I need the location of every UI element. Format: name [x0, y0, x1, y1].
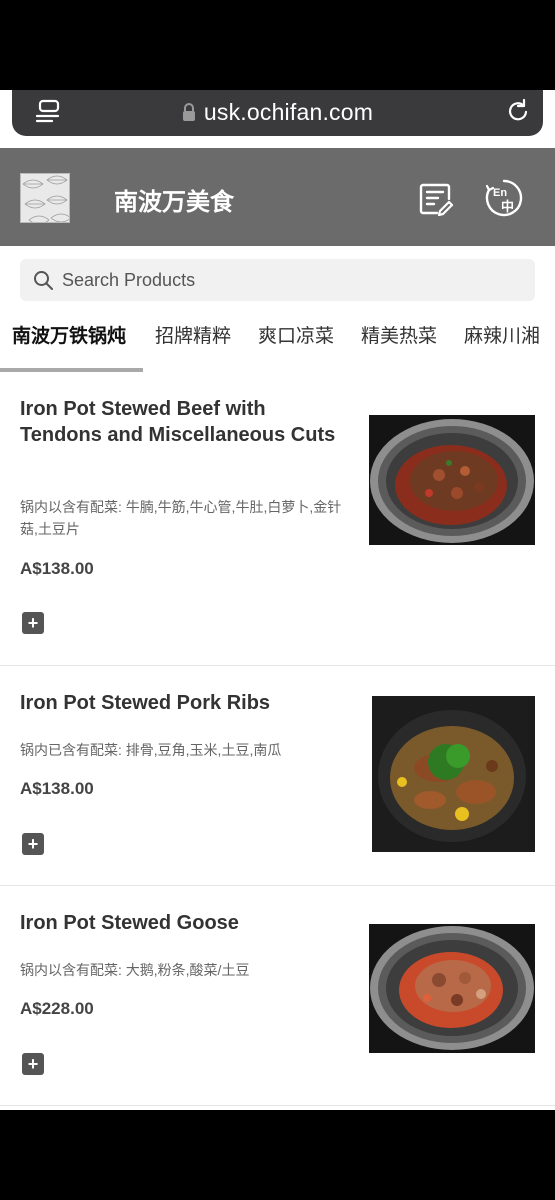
product-item[interactable]: Iron Pot Stewed Goose 锅内以含有配菜: 大鹅,粉条,酸菜/… — [0, 886, 555, 1106]
svg-text:En: En — [493, 187, 507, 199]
address-bar[interactable]: usk.ochifan.com — [12, 90, 543, 136]
product-description: 锅内以含有配菜: 牛腩,牛筋,牛心管,牛肚,白萝卜,金针菇,土豆片 — [20, 499, 342, 537]
goose-stew-image — [369, 924, 535, 1053]
menu-content[interactable]: 南波万铁锅炖 招牌精粹 爽口凉菜 精美热菜 麻辣川湘 Iron Pot Stew… — [0, 246, 555, 1110]
product-price: A$138.00 — [20, 779, 94, 798]
beef-stew-image — [369, 415, 535, 545]
store-logo — [20, 173, 70, 223]
product-title[interactable]: Iron Pot Stewed Goose — [20, 910, 340, 936]
product-item[interactable]: Iron Pot Stewed Pork Ribs 锅内已含有配菜: 排骨,豆角… — [0, 666, 555, 886]
tab-cold-dishes[interactable]: 爽口凉菜 — [258, 321, 334, 348]
product-item[interactable]: Iron Pot Stewed Beef with Tendons and Mi… — [0, 374, 555, 666]
language-switch-icon[interactable]: En 中 — [484, 178, 524, 218]
product-description: 锅内已含有配菜: 排骨,豆角,玉米,土豆,南瓜 — [20, 742, 282, 758]
lock-icon — [182, 103, 195, 121]
home-indicator-area — [0, 1110, 555, 1200]
store-header: 南波万美食 En 中 — [0, 148, 555, 246]
order-list-icon[interactable] — [418, 180, 454, 216]
search-icon — [34, 271, 53, 290]
tab-nanbowan-iron-pot[interactable]: 南波万铁锅炖 — [12, 321, 126, 348]
product-price: A$228.00 — [20, 999, 94, 1018]
active-tab-indicator — [0, 368, 143, 372]
tab-sichuan-hunan[interactable]: 麻辣川湘 — [464, 321, 540, 348]
pork-ribs-image — [372, 696, 535, 852]
status-bar-area — [0, 0, 555, 90]
add-to-cart-button[interactable]: + — [22, 612, 44, 634]
product-image[interactable] — [369, 924, 535, 1053]
category-tabs: 南波万铁锅炖 招牌精粹 爽口凉菜 精美热菜 麻辣川湘 — [0, 316, 555, 374]
product-title[interactable]: Iron Pot Stewed Pork Ribs — [20, 690, 340, 716]
tab-signature[interactable]: 招牌精粹 — [155, 321, 231, 348]
product-title[interactable]: Iron Pot Stewed Beef with Tendons and Mi… — [20, 396, 340, 448]
product-price: A$138.00 — [20, 559, 94, 578]
product-image[interactable] — [369, 415, 535, 545]
tab-hot-dishes[interactable]: 精美热菜 — [361, 321, 437, 348]
product-description: 锅内以含有配菜: 大鹅,粉条,酸菜/土豆 — [20, 962, 250, 978]
svg-text:中: 中 — [501, 199, 514, 215]
search-input[interactable] — [62, 259, 522, 301]
product-image[interactable] — [372, 696, 535, 852]
add-to-cart-button[interactable]: + — [22, 833, 44, 855]
search-bar[interactable] — [20, 259, 535, 301]
store-name: 南波万美食 — [114, 189, 234, 216]
url-text[interactable]: usk.ochifan.com — [204, 99, 373, 126]
add-to-cart-button[interactable]: + — [22, 1053, 44, 1075]
browser-toolbar: usk.ochifan.com — [0, 90, 555, 148]
reload-icon[interactable] — [505, 97, 531, 125]
leaf-pattern-icon — [21, 174, 69, 222]
